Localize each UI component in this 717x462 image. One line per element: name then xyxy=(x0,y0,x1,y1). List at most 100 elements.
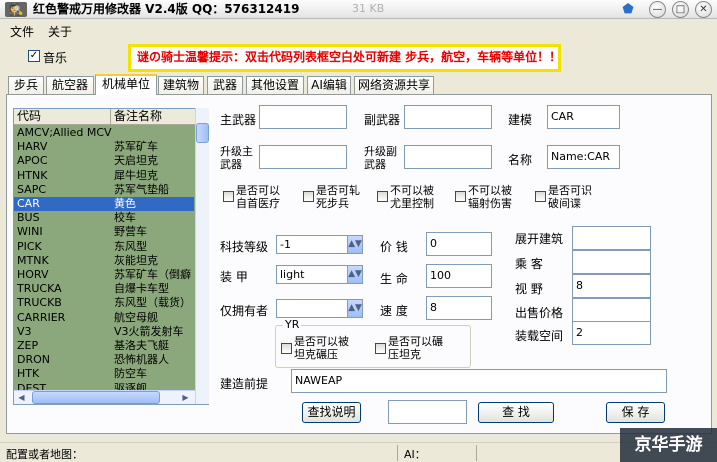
list-item[interactable]: HTNK 犀牛坦克 xyxy=(14,169,194,183)
upgrade-main-weapon-label-2: 武器 xyxy=(220,158,242,171)
tab-buildings[interactable]: 建筑物 xyxy=(158,76,204,94)
detect-spy-label-1: 是否可识 xyxy=(548,184,592,197)
crushable-checkbox[interactable] xyxy=(281,343,292,354)
list-item[interactable]: DRON 恐怖机器人 xyxy=(14,353,194,367)
list-item[interactable]: CAR 黄色 xyxy=(14,197,194,212)
list-item[interactable]: TRUCKB 东风型（载货） xyxy=(14,296,194,310)
tab-other-settings[interactable]: 其他设置 xyxy=(246,76,304,94)
list-item-note: V3火箭发射车 xyxy=(114,324,184,338)
crush-infantry-checkbox[interactable] xyxy=(303,191,314,202)
minimize-button[interactable]: — xyxy=(649,1,666,18)
tab-network-share[interactable]: 网络资源共享 xyxy=(354,76,434,94)
maximize-button[interactable]: □ xyxy=(672,1,689,18)
name-label: 名称 xyxy=(508,153,533,167)
upgrade-sub-weapon-input[interactable] xyxy=(404,145,492,169)
scroll-left-arrow-icon[interactable]: ◀ xyxy=(15,392,28,403)
status-config-map: 配置或者地图： xyxy=(6,448,83,461)
sell-price-label: 出售价格 xyxy=(515,306,564,320)
prerequisite-input[interactable]: NAWEAP xyxy=(291,369,667,393)
chevron-down-icon[interactable]: ▲▼ xyxy=(347,300,362,317)
search-help-button[interactable]: 查找说明 xyxy=(302,402,361,423)
list-item-note: 灰能坦克 xyxy=(114,253,158,267)
list-item-code: V3 xyxy=(17,324,32,338)
list-horizontal-scrollbar[interactable]: ◀ ▶ xyxy=(14,390,195,404)
model-input[interactable]: CAR xyxy=(547,105,620,129)
list-item[interactable]: HTK 防空车 xyxy=(14,367,194,381)
status-bar: 配置或者地图： AI： xyxy=(0,442,717,462)
list-item[interactable]: HARV 苏军矿车 xyxy=(14,140,194,154)
passengers-label: 乘 客 xyxy=(515,257,543,271)
immune-mind-control-checkbox[interactable] xyxy=(377,191,388,202)
prerequisite-label: 建造前提 xyxy=(220,377,269,391)
vertical-scroll-thumb[interactable] xyxy=(196,123,209,143)
upgrade-main-weapon-label-1: 升级主 xyxy=(220,145,253,158)
list-item[interactable]: V3 V3火箭发射车 xyxy=(14,325,194,339)
deploy-building-label: 展开建筑 xyxy=(515,232,564,246)
main-weapon-input[interactable] xyxy=(259,105,347,129)
tab-ai-edit[interactable]: AI编辑 xyxy=(307,76,351,94)
unit-code-list[interactable]: 代码 备注名称 AMCV;Allied MCV HARV 苏军矿车 APOC 天启坦克 H… xyxy=(13,108,209,405)
list-item[interactable]: CARRIER 航空母舰 xyxy=(14,311,194,325)
speed-input[interactable]: 8 xyxy=(426,296,492,320)
list-item[interactable]: BUS 校车 xyxy=(14,211,194,225)
passengers-input[interactable] xyxy=(572,250,651,274)
list-item-code: TRUCKB xyxy=(17,296,62,310)
title-bar: 🕵 红色警戒万用修改器 V2.4版 QQ：576312419 31 KB ⬟ —… xyxy=(0,0,717,19)
list-item-code: DRON xyxy=(17,353,50,367)
self-heal-checkbox[interactable] xyxy=(223,191,234,202)
list-vertical-scrollbar[interactable] xyxy=(195,108,209,404)
list-item[interactable]: APOC 天启坦克 xyxy=(14,154,194,168)
list-item-code: PICK xyxy=(17,239,42,253)
list-item-note: 东风型 xyxy=(114,239,147,253)
tab-infantry[interactable]: 步兵 xyxy=(8,76,44,94)
detect-spy-checkbox[interactable] xyxy=(535,191,546,202)
list-item[interactable]: WINI 野营车 xyxy=(14,225,194,239)
search-button[interactable]: 查 找 xyxy=(478,402,554,423)
list-item[interactable]: MTNK 灰能坦克 xyxy=(14,254,194,268)
armor-select[interactable]: light ▲▼ xyxy=(276,265,363,284)
window-title: 红色警戒万用修改器 V2.4版 QQ：576312419 xyxy=(33,2,300,16)
music-checkbox[interactable]: ✓ xyxy=(28,50,40,62)
crushable-label-2: 坦克碾压 xyxy=(294,348,338,361)
save-button[interactable]: 保 存 xyxy=(606,402,665,423)
list-item[interactable]: TRUCKA 自爆卡车型 xyxy=(14,282,194,296)
tab-vehicles[interactable]: 机械单位 xyxy=(95,74,157,95)
menu-about[interactable]: 关于 xyxy=(48,23,72,40)
list-item-code: SAPC xyxy=(17,182,47,196)
status-divider xyxy=(476,445,477,461)
hp-input[interactable]: 100 xyxy=(426,264,492,288)
col-header-code[interactable]: 代码 xyxy=(14,109,111,125)
main-weapon-label: 主武器 xyxy=(220,113,257,127)
immune-radiation-checkbox[interactable] xyxy=(455,191,466,202)
list-item[interactable]: AMCV;Allied MCV xyxy=(14,126,194,140)
upgrade-main-weapon-input[interactable] xyxy=(259,145,347,169)
pin-icon[interactable]: ⬟ xyxy=(620,1,636,18)
search-input[interactable] xyxy=(388,400,467,424)
list-item-note: 犀牛坦克 xyxy=(114,168,158,182)
menu-file[interactable]: 文件 xyxy=(10,23,34,40)
list-item-note: 苏军矿车 xyxy=(114,140,158,154)
list-item-code: MTNK xyxy=(17,253,49,267)
crush-tanks-checkbox[interactable] xyxy=(375,343,386,354)
close-button[interactable]: ✕ xyxy=(695,1,712,18)
scroll-right-arrow-icon[interactable]: ▶ xyxy=(179,392,192,403)
list-item[interactable]: HORV 苏军矿车（倒癖 xyxy=(14,268,194,282)
horizontal-scroll-thumb[interactable] xyxy=(32,391,160,404)
sight-input[interactable]: 8 xyxy=(572,274,651,298)
sell-price-input[interactable] xyxy=(572,298,651,322)
list-item[interactable]: PICK 东风型 xyxy=(14,240,194,254)
sub-weapon-input[interactable] xyxy=(404,105,492,129)
deploy-building-input[interactable] xyxy=(572,226,651,250)
list-item-note: 恐怖机器人 xyxy=(114,353,169,367)
price-input[interactable]: 0 xyxy=(426,232,492,256)
list-item[interactable]: ZEP 基洛夫飞艇 xyxy=(14,339,194,353)
owner-select[interactable]: ▲▼ xyxy=(276,299,363,318)
list-item[interactable]: SAPC 苏军气垫船 xyxy=(14,183,194,197)
tab-aircraft[interactable]: 航空器 xyxy=(46,76,94,94)
chevron-down-icon[interactable]: ▲▼ xyxy=(347,266,362,283)
tech-level-select[interactable]: -1 ▲▼ xyxy=(276,235,363,254)
name-input[interactable]: Name:CAR xyxy=(547,145,620,169)
cargo-space-input[interactable]: 2 xyxy=(572,321,651,345)
tab-weapons[interactable]: 武器 xyxy=(207,76,243,94)
chevron-down-icon[interactable]: ▲▼ xyxy=(347,236,362,253)
